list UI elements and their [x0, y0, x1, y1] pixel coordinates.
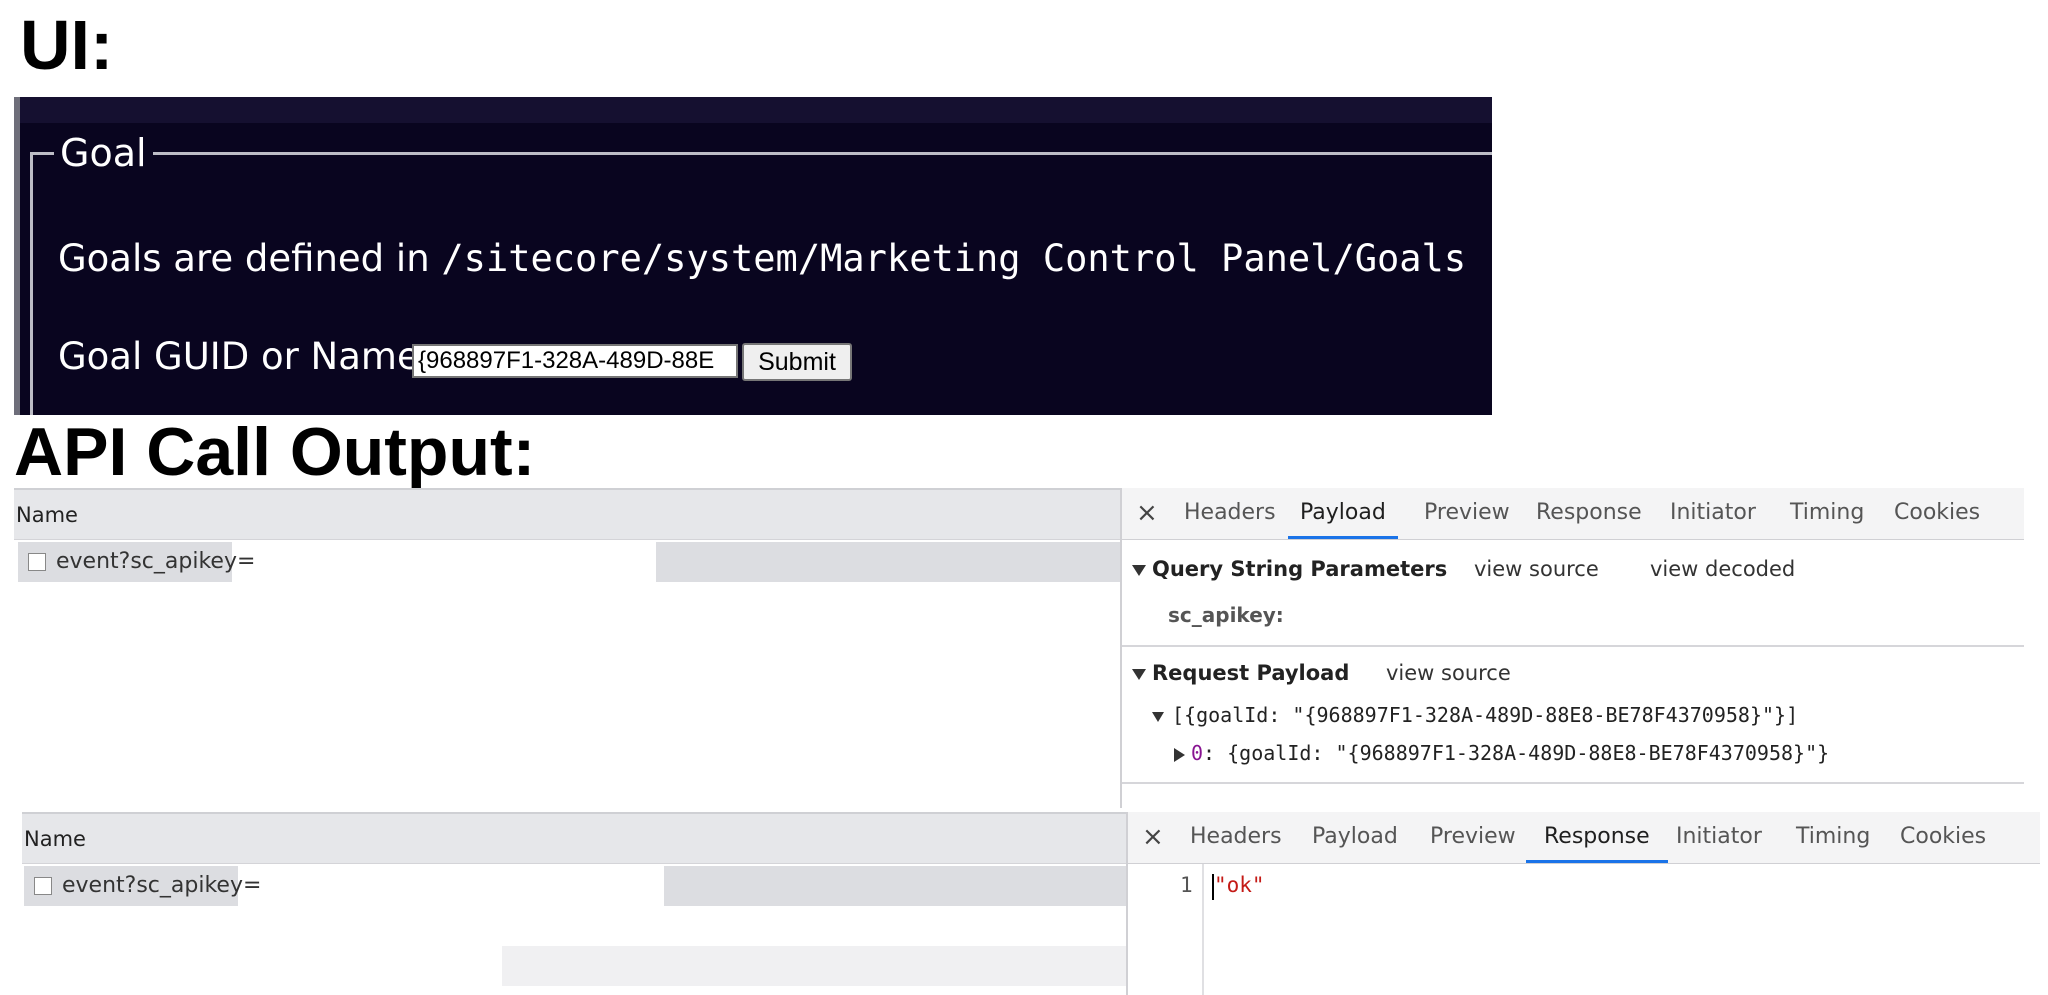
payload-array-line[interactable]: [{goalId: "{968897F1-328A-489D-88E8-BE78… — [1152, 703, 1798, 727]
goal-path: /sitecore/system/Marketing Control Panel… — [441, 237, 1467, 280]
tab-response[interactable]: Response — [1536, 488, 1642, 539]
param-key-apikey: sc_apikey: — [1168, 603, 1284, 627]
payload-tabbar: × Headers Payload Preview Response Initi… — [1120, 488, 2024, 540]
request-name: event?sc_apikey= — [56, 549, 256, 574]
query-section-title: Query String Parameters — [1152, 557, 1448, 581]
goal-description-text: Goals are defined in — [58, 237, 442, 280]
name-column-header[interactable]: Name — [14, 488, 1122, 540]
tab-cookies[interactable]: Cookies — [1900, 812, 1986, 863]
tab-cookies[interactable]: Cookies — [1894, 488, 1980, 539]
request-row-placeholder — [502, 946, 1126, 986]
gutter-divider — [1202, 864, 1204, 995]
payload-item-text: : {goalId: "{968897F1-328A-489D-88E8-BE7… — [1203, 741, 1830, 765]
tab-preview[interactable]: Preview — [1424, 488, 1510, 539]
goal-form-panel: Goal Goals are defined in /sitecore/syst… — [14, 97, 1492, 415]
tab-payload[interactable]: Payload — [1312, 812, 1398, 863]
payload-section-title: Request Payload — [1152, 661, 1350, 685]
line-number: 1 — [1180, 873, 1193, 897]
tab-payload[interactable]: Payload — [1288, 488, 1398, 539]
tab-headers[interactable]: Headers — [1184, 488, 1276, 539]
tab-initiator[interactable]: Initiator — [1670, 488, 1756, 539]
view-source-link[interactable]: view source — [1474, 557, 1599, 581]
collapse-triangle-icon[interactable] — [1132, 668, 1146, 680]
payload-array-text: [{goalId: "{968897F1-328A-489D-88E8-BE78… — [1172, 703, 1799, 727]
tab-initiator[interactable]: Initiator — [1676, 812, 1762, 863]
goal-field-label: Goal GUID or Name — [58, 335, 420, 378]
request-checkbox-icon[interactable] — [28, 553, 46, 571]
section-divider-bottom — [1122, 782, 2024, 784]
goal-guid-input[interactable] — [412, 344, 738, 378]
fieldset-legend: Goal — [54, 131, 153, 175]
request-payload-section[interactable]: Request Payload — [1132, 661, 1349, 685]
response-body[interactable]: "ok" — [1214, 873, 1265, 897]
close-icon[interactable]: × — [1136, 488, 1158, 538]
tab-response[interactable]: Response — [1526, 812, 1668, 863]
close-icon[interactable]: × — [1142, 812, 1164, 862]
section-divider — [1122, 645, 2024, 647]
request-row-waterfall — [664, 866, 1126, 906]
request-checkbox-icon[interactable] — [34, 877, 52, 895]
request-row[interactable]: event?sc_apikey= — [24, 866, 261, 906]
tab-timing[interactable]: Timing — [1790, 488, 1864, 539]
submit-button[interactable]: Submit — [742, 343, 852, 381]
query-string-section[interactable]: Query String Parameters — [1132, 557, 1447, 581]
ui-heading: UI: — [20, 6, 114, 84]
payload-item-index: 0 — [1191, 741, 1204, 765]
request-row-waterfall — [656, 542, 1122, 582]
request-name: event?sc_apikey= — [62, 873, 262, 898]
expand-arrow-icon[interactable] — [1174, 747, 1185, 762]
view-decoded-link[interactable]: view decoded — [1650, 557, 1795, 581]
tab-timing[interactable]: Timing — [1796, 812, 1870, 863]
expand-triangle-icon[interactable] — [1152, 711, 1164, 722]
collapse-triangle-icon[interactable] — [1132, 564, 1146, 576]
pane-divider[interactable] — [1126, 864, 1128, 995]
pane-divider[interactable] — [1120, 540, 1122, 808]
tab-headers[interactable]: Headers — [1190, 812, 1282, 863]
name-column-header[interactable]: Name — [22, 812, 1128, 864]
request-row[interactable]: event?sc_apikey= — [18, 542, 255, 582]
api-heading: API Call Output: — [14, 414, 536, 490]
payload-item-line[interactable]: 0: {goalId: "{968897F1-328A-489D-88E8-BE… — [1174, 741, 1829, 765]
response-tabbar: × Headers Payload Preview Response Initi… — [1126, 812, 2040, 864]
payload-view-source-link[interactable]: view source — [1386, 661, 1511, 685]
tab-preview[interactable]: Preview — [1430, 812, 1516, 863]
panel-top-bar — [20, 97, 1492, 123]
goal-description: Goals are defined in /sitecore/system/Ma… — [58, 237, 1466, 280]
